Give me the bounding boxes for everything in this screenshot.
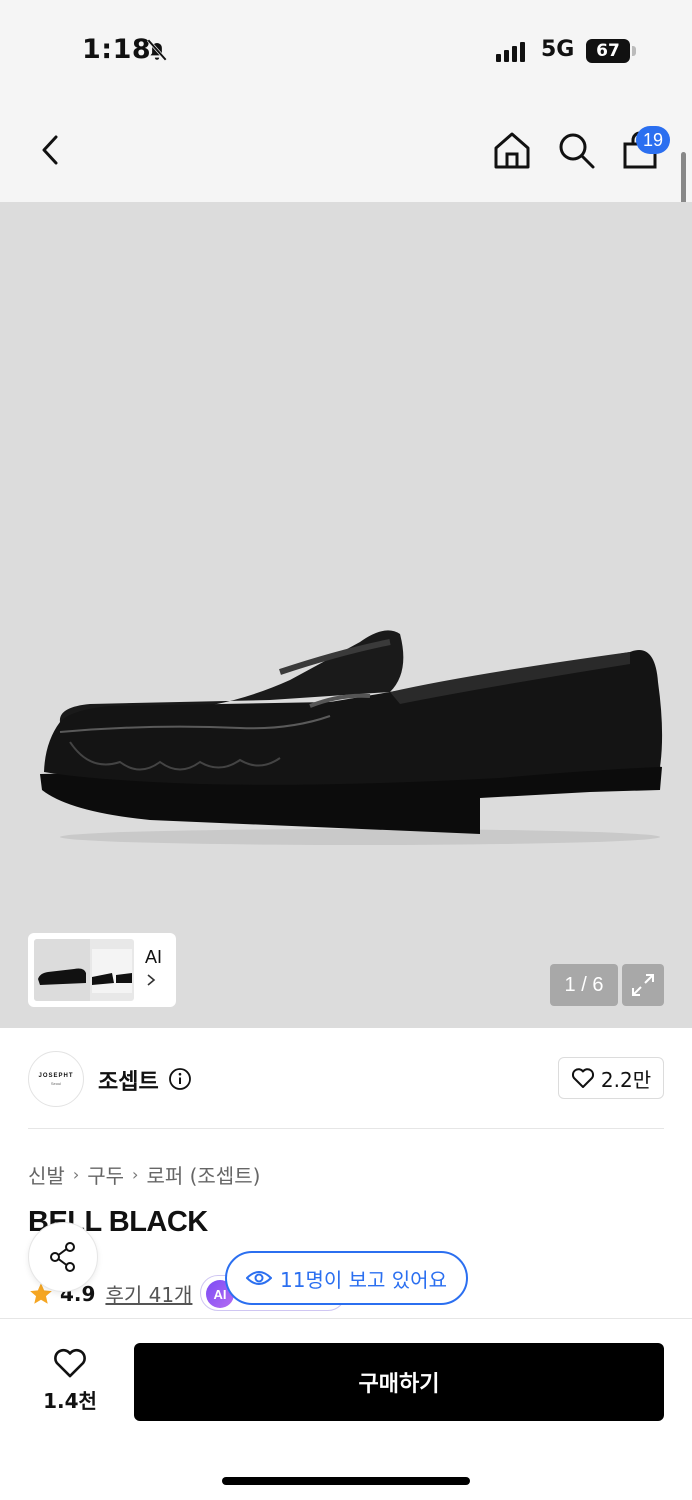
share-icon <box>50 1242 75 1272</box>
reviews-link[interactable]: 후기 41개 <box>105 1279 192 1308</box>
brand-like-button[interactable]: 2.2만 <box>558 1057 664 1099</box>
expand-icon <box>632 974 654 996</box>
status-time: 1:18 <box>82 34 152 65</box>
signal-icon <box>496 42 525 62</box>
brand-logo-text: JOSEPHT <box>38 1072 74 1079</box>
breadcrumb-item[interactable]: 로퍼 (조셉트) <box>146 1160 260 1189</box>
home-icon <box>494 132 530 169</box>
expand-button[interactable] <box>622 964 664 1006</box>
breadcrumb-separator-icon: › <box>72 1165 80 1184</box>
battery-icon: 67 <box>586 39 630 63</box>
product-like-count: 1.4천 <box>43 1389 97 1413</box>
battery-tip <box>632 46 636 56</box>
top-nav <box>0 100 692 202</box>
home-button[interactable] <box>490 128 534 172</box>
page-indicator: 1 / 6 <box>550 964 618 1006</box>
brand-logo-subtext: Seoul <box>50 1080 62 1086</box>
eye-icon <box>246 1271 273 1285</box>
ai-thumbnail-card[interactable]: AI <box>28 933 176 1007</box>
thumbnail-image <box>34 939 134 1001</box>
cart-count-badge: 19 <box>636 126 670 154</box>
bottom-purchase-bar: 1.4천 구매하기 <box>0 1318 692 1500</box>
breadcrumb-separator-icon: › <box>132 1165 139 1184</box>
brand-like-count: 2.2만 <box>600 1067 652 1092</box>
search-button[interactable] <box>554 128 598 172</box>
heart-icon <box>571 1068 594 1088</box>
home-indicator <box>222 1477 470 1485</box>
product-image-gallery[interactable]: AI 1 / 6 <box>0 202 692 1028</box>
search-icon <box>559 133 595 169</box>
viewers-toast: 11명이 보고 있어요 <box>225 1251 468 1305</box>
thumbnail-ai-label: AI <box>145 947 163 967</box>
back-icon <box>42 135 58 165</box>
chevron-right-icon <box>147 974 156 986</box>
thumbnail-shoes <box>34 939 132 1001</box>
buy-button[interactable]: 구매하기 <box>134 1343 664 1421</box>
divider <box>28 1128 664 1129</box>
info-icon[interactable] <box>168 1067 192 1091</box>
product-like-button[interactable]: 1.4천 <box>34 1347 106 1427</box>
status-bar: 1:18 5G 67 <box>0 0 692 100</box>
breadcrumb-item[interactable]: 구두 <box>87 1160 124 1189</box>
viewers-text: 11명이 보고 있어요 <box>280 1267 447 1292</box>
bell-off-icon <box>147 39 167 61</box>
network-type: 5G <box>541 37 575 62</box>
brand-name[interactable]: 조셉트 <box>98 1064 159 1096</box>
product-photo-loafer <box>40 630 663 845</box>
heart-icon <box>54 1348 86 1378</box>
share-button[interactable] <box>28 1222 98 1292</box>
brand-logo[interactable]: JOSEPHT Seoul <box>28 1051 84 1107</box>
breadcrumb: 신발 › 구두 › 로퍼 (조셉트) <box>28 1160 260 1189</box>
breadcrumb-item[interactable]: 신발 <box>28 1160 65 1189</box>
back-button[interactable] <box>28 128 72 172</box>
